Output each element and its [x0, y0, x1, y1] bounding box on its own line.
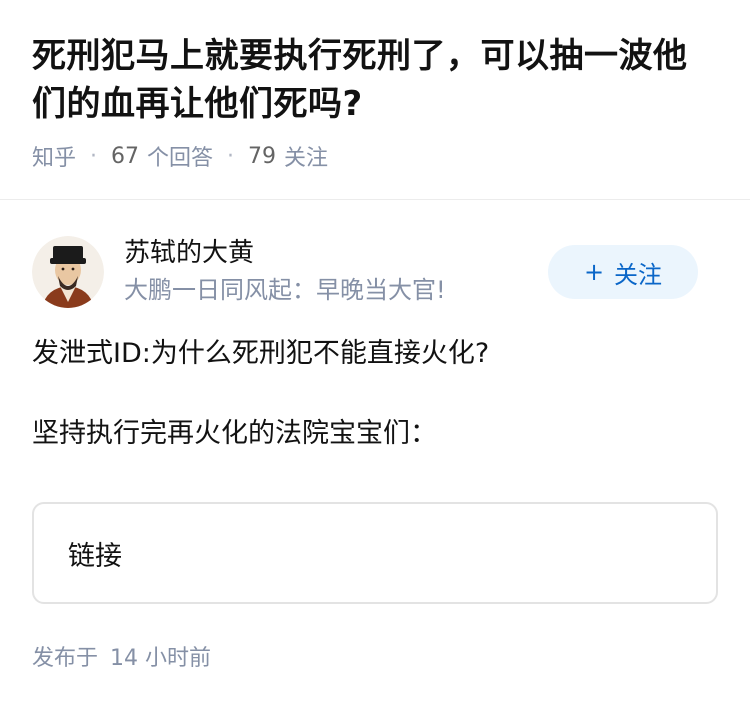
answers-label[interactable]: 个回答 [147, 140, 213, 172]
question-title[interactable]: 死刑犯马上就要执行死刑了，可以抽一波他们的血再让他们死吗? [32, 32, 718, 128]
answer-content: 发泄式ID:为什么死刑犯不能直接火化? 坚持执行完再火化的法院宝宝们： [32, 332, 718, 456]
answer-paragraph: 坚持执行完再火化的法院宝宝们： [32, 418, 437, 449]
follow-label: 关注 [614, 260, 663, 289]
author-bio: 大鹏一日同风起：早晚当大官! [124, 276, 446, 304]
followers-count: 79 [248, 143, 277, 169]
separator-dot: · [90, 143, 98, 169]
author-row: 苏轼的大黄 大鹏一日同风起：早晚当大官! + 关注 [32, 232, 698, 312]
followers-label[interactable]: 关注 [284, 140, 328, 172]
separator-dot: · [227, 143, 235, 169]
link-card-label: 链接 [68, 540, 122, 572]
author-info: 苏轼的大黄 大鹏一日同风起：早晚当大官! [124, 236, 548, 308]
avatar-image [32, 236, 104, 308]
answers-count: 67 [111, 143, 140, 169]
author-name[interactable]: 苏轼的大黄 [124, 236, 548, 270]
avatar[interactable] [32, 236, 104, 308]
publish-time: 发布于 14 小时前 [32, 640, 211, 672]
link-card[interactable]: 链接 [32, 502, 718, 604]
publish-prefix: 发布于 [32, 646, 99, 671]
question-meta: 知乎 · 67 个回答 · 79 关注 [32, 140, 718, 172]
source-label[interactable]: 知乎 [32, 140, 76, 172]
plus-icon: + [583, 258, 605, 286]
question-header: 死刑犯马上就要执行死刑了，可以抽一波他们的血再让他们死吗? 知乎 · 67 个回… [0, 0, 750, 200]
follow-button[interactable]: + 关注 [548, 245, 698, 299]
answer-paragraph: 发泄式ID:为什么死刑犯不能直接火化? [32, 338, 490, 369]
publish-time-value: 14 小时前 [110, 646, 212, 671]
